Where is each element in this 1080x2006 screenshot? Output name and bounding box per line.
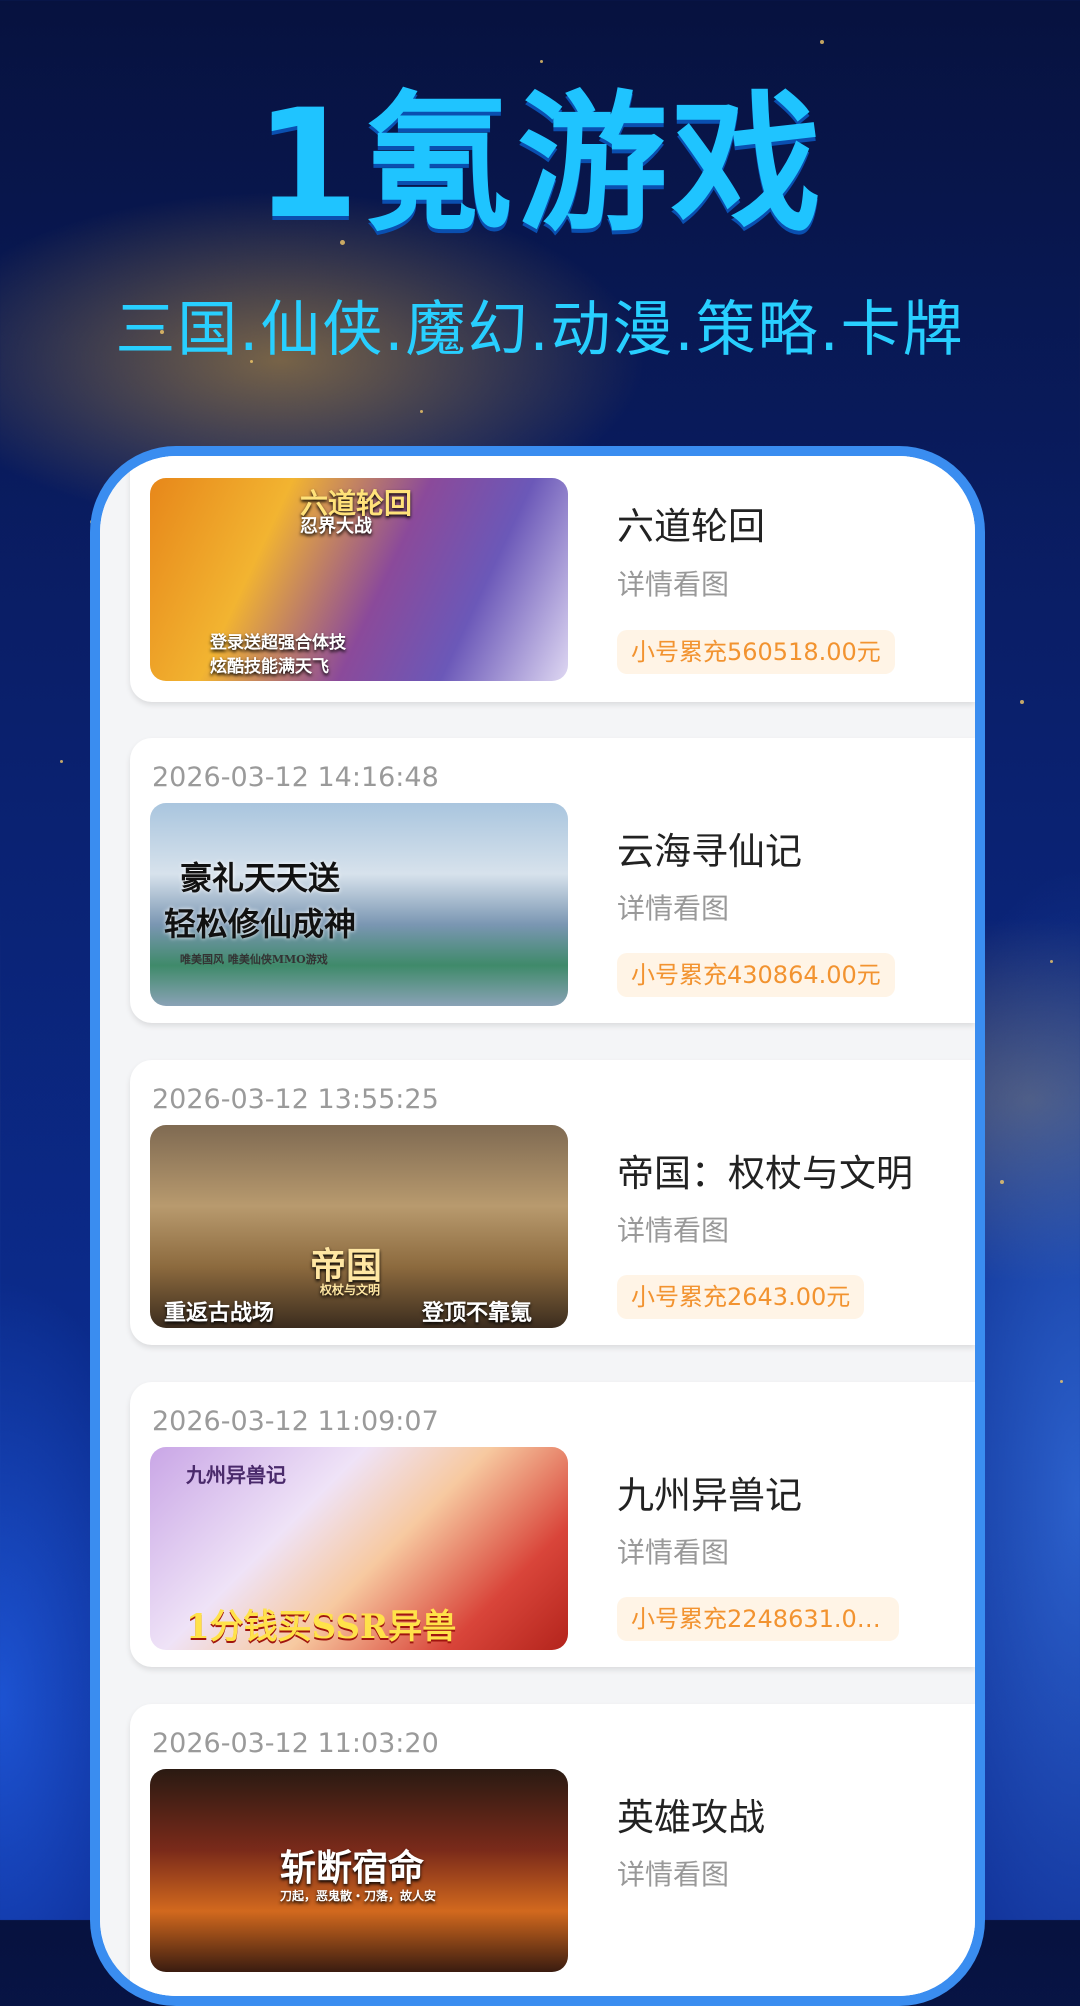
banner-subtitle: 权杖与文明 [320,1283,381,1297]
game-banner[interactable]: 斩断宿命 刀起，恶鬼散・刀落，故人安 [150,1769,568,1972]
game-card[interactable]: 2026-03-12 11:03:20 斩断宿命 刀起，恶鬼散・刀落，故人安 英… [130,1704,975,1996]
game-description: 详情看图 [617,1214,730,1247]
game-card[interactable]: 六道轮回 忍界大战 登录送超强合体技 炫酷技能满天飞 六道轮回 详情看图 小号累… [130,456,975,702]
game-description: 详情看图 [617,568,730,601]
game-banner[interactable]: 九州异兽记 1分钱买SSR异兽 [150,1447,568,1650]
game-banner[interactable]: 帝国 权杖与文明 重返古战场 登顶不靠氪 [150,1125,568,1328]
timestamp: 2026-03-12 13:55:25 [152,1084,439,1115]
game-card[interactable]: 2026-03-12 13:55:25 帝国 权杖与文明 重返古战场 登顶不靠氪… [130,1060,975,1345]
banner-tagline-2: 炫酷技能满天飞 [210,657,329,677]
banner-tagline: 唯美国风 唯美仙侠MMO游戏 [180,953,328,966]
banner-tagline: 登录送超强合体技 [210,633,346,653]
recharge-badge: 小号累充560518.00元 [617,630,895,674]
banner-tagline: 刀起，恶鬼散・刀落，故人安 [280,1889,437,1903]
game-description: 详情看图 [617,1536,730,1569]
recharge-badge: 小号累充430864.00元 [617,953,895,997]
recharge-badge: 小号累充2643.00元 [617,1275,865,1319]
game-name: 九州异兽记 [617,1474,802,1517]
game-description: 详情看图 [617,892,730,925]
game-name: 帝国：权杖与文明 [617,1152,913,1195]
banner-title: 斩断宿命 [280,1847,425,1889]
timestamp: 2026-03-12 14:16:48 [152,762,439,793]
game-banner[interactable]: 六道轮回 忍界大战 登录送超强合体技 炫酷技能满天飞 [150,478,568,681]
hero-subtitle: 三国.仙侠.魔幻.动漫.策略.卡牌 [115,295,965,365]
game-name: 云海寻仙记 [617,830,802,873]
banner-tagline-2: 登顶不靠氪 [422,1300,533,1326]
banner-title: 豪礼天天送 [180,859,341,897]
hero-title: 1氪游戏 [254,78,826,252]
banner-subtitle: 轻松修仙成神 [164,905,357,943]
timestamp: 2026-03-12 11:09:07 [152,1406,439,1437]
phone-screen: 六道轮回 忍界大战 登录送超强合体技 炫酷技能满天飞 六道轮回 详情看图 小号累… [100,456,975,1996]
banner-tagline: 重返古战场 [164,1300,275,1326]
game-card[interactable]: 2026-03-12 14:16:48 豪礼天天送 轻松修仙成神 唯美国风 唯美… [130,738,975,1023]
recharge-badge: 小号累充2248631.00... [617,1597,899,1641]
game-description: 详情看图 [617,1858,730,1891]
game-card[interactable]: 2026-03-12 11:09:07 九州异兽记 1分钱买SSR异兽 九州异兽… [130,1382,975,1667]
game-name: 英雄攻战 [617,1796,765,1839]
timestamp: 2026-03-12 11:03:20 [152,1728,439,1759]
game-banner[interactable]: 豪礼天天送 轻松修仙成神 唯美国风 唯美仙侠MMO游戏 [150,803,568,1006]
game-name: 六道轮回 [617,505,765,548]
banner-subtitle: 忍界大战 [300,516,372,537]
game-list: 六道轮回 忍界大战 登录送超强合体技 炫酷技能满天飞 六道轮回 详情看图 小号累… [100,456,975,1996]
banner-subtitle: 1分钱买SSR异兽 [186,1607,457,1647]
banner-title: 九州异兽记 [186,1463,286,1487]
